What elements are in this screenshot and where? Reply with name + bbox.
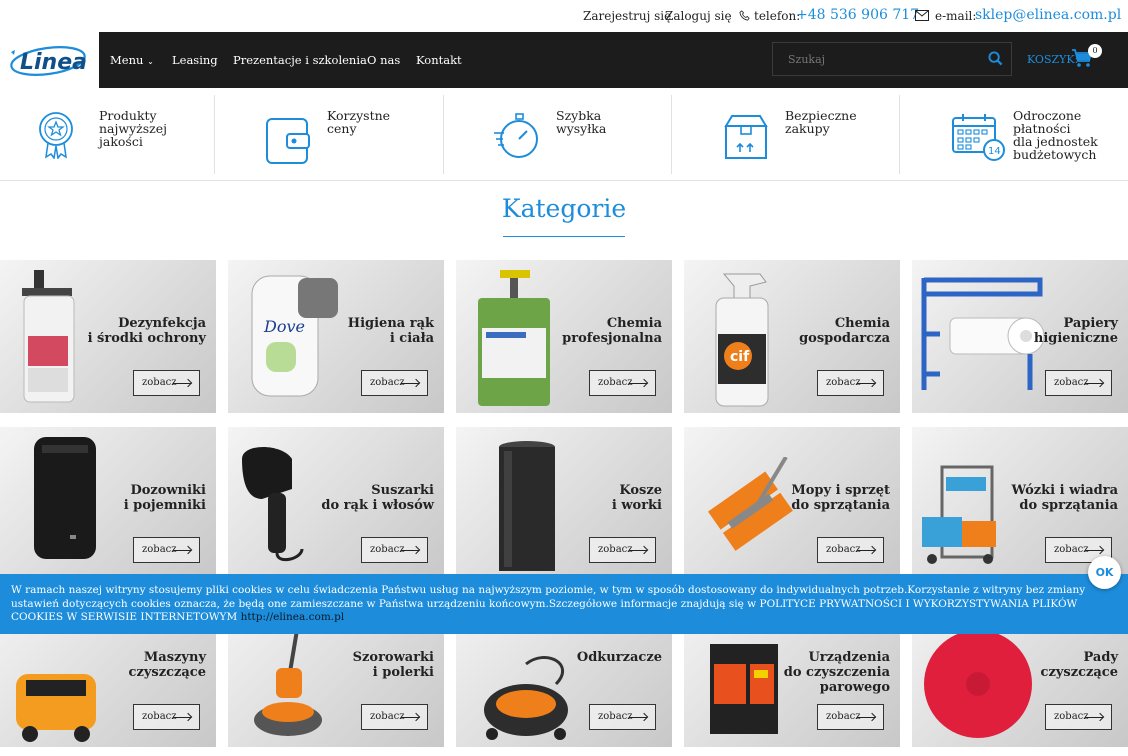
feature-payments-text: Odroczone płatności dla jednostek budżet… [1013, 108, 1098, 162]
category-name: Maszyny czyszczące [128, 650, 206, 680]
category-name: Papiery higieniczne [1033, 316, 1118, 346]
category-tile[interactable]: Papiery higieniczne zobacz [912, 260, 1128, 413]
category-name: Dozowniki i pojemniki [123, 483, 206, 513]
category-name: Szorowarki i polerki [352, 650, 434, 680]
category-tile[interactable]: Dove Higiena rąk i ciała zobacz [228, 260, 444, 413]
cart-count-badge: 0 [1088, 44, 1102, 58]
category-tile[interactable]: Kosze i worki zobacz [456, 427, 672, 580]
see-button[interactable]: zobacz [589, 370, 656, 396]
category-name: Urządzenia do czyszczenia parowego [783, 650, 890, 695]
see-button[interactable]: zobacz [361, 370, 428, 396]
svg-text:cif: cif [730, 349, 750, 365]
see-button[interactable]: zobacz [133, 704, 200, 730]
see-button[interactable]: zobacz [1045, 704, 1112, 730]
award-badge-icon [34, 109, 78, 163]
phone-label: telefon: [754, 9, 801, 23]
main-navbar: Menu ⌄ Leasing Prezentacje i szkolenia O… [99, 32, 1128, 88]
see-button[interactable]: zobacz [589, 537, 656, 563]
category-tile[interactable]: Suszarki do rąk i włosów zobacz [228, 427, 444, 580]
nav-o-nas[interactable]: O nas [367, 53, 400, 67]
chevron-down-icon: ⌄ [147, 57, 154, 66]
calendar-14-icon: 14 [951, 112, 1007, 166]
category-name: Kosze i worki [611, 483, 662, 513]
features-bar: Produkty najwyższej jakości Korzystne ce… [0, 88, 1128, 181]
category-name: Suszarki do rąk i włosów [321, 483, 434, 513]
logo-text: Linea [20, 50, 87, 75]
see-button[interactable]: zobacz [817, 704, 884, 730]
category-name: Chemia gospodarcza [799, 316, 890, 346]
see-button[interactable]: zobacz [133, 370, 200, 396]
nav-leasing[interactable]: Leasing [172, 53, 218, 67]
feature-safe-text: Bezpieczne zakupy [785, 108, 857, 136]
category-name: Wózki i wiadra do sprzątania [1011, 483, 1118, 513]
nav-menu-label: Menu [110, 53, 144, 67]
category-name: Mopy i sprzęt do sprzątania [791, 483, 890, 513]
linea-logo[interactable]: Linea [8, 40, 92, 80]
search-box [772, 42, 1012, 76]
category-tile[interactable]: Dozowniki i pojemniki zobacz [0, 427, 216, 580]
register-link[interactable]: Zarejestruj się [583, 9, 671, 23]
nav-menu[interactable]: Menu ⌄ [110, 53, 154, 67]
category-tile[interactable]: cif Chemia gospodarcza zobacz [684, 260, 900, 413]
feature-quality-text: Produkty najwyższej jakości [99, 108, 167, 149]
see-button[interactable]: zobacz [361, 537, 428, 563]
see-button[interactable]: zobacz [589, 704, 656, 730]
see-button[interactable]: zobacz [817, 370, 884, 396]
svg-text:Dove: Dove [263, 317, 305, 336]
top-bar: Zarejestruj się Zaloguj się telefon: +48… [0, 0, 1128, 32]
category-name: Pady czyszczące [1040, 650, 1118, 680]
category-tile[interactable]: Chemia profesjonalna zobacz [456, 260, 672, 413]
title-underline [503, 236, 625, 237]
search-input[interactable] [773, 43, 973, 75]
feature-shipping: Szybka wysyłka [443, 95, 671, 174]
phone-link[interactable]: +48 536 906 717 [796, 7, 919, 23]
feature-payments: 14 Odroczone płatności dla jednostek bud… [899, 95, 1128, 174]
feature-quality: Produkty najwyższej jakości [0, 95, 214, 174]
see-button[interactable]: zobacz [361, 704, 428, 730]
mail-icon [915, 10, 929, 24]
wallet-icon [265, 117, 311, 169]
feature-prices: Korzystne ceny [214, 95, 443, 174]
feature-safe: Bezpieczne zakupy [671, 95, 899, 174]
feature-prices-text: Korzystne ceny [327, 108, 391, 136]
nav-prezentacje[interactable]: Prezentacje i szkolenia [233, 53, 367, 67]
cookie-banner: W ramach naszej witryny stosujemy pliki … [0, 574, 1128, 634]
category-name: Dezynfekcja i środki ochrony [87, 316, 206, 346]
stopwatch-icon [492, 111, 542, 165]
category-tile[interactable]: Dezynfekcja i środki ochrony zobacz [0, 260, 216, 413]
category-name: Odkurzacze [576, 650, 662, 665]
email-label: e-mail: [935, 9, 977, 23]
cookie-ok-button[interactable]: OK [1088, 556, 1121, 589]
cookie-policy-link[interactable]: http://elinea.com.pl [241, 611, 345, 623]
feature-shipping-text: Szybka wysyłka [556, 108, 607, 136]
email-link[interactable]: sklep@elinea.com.pl [975, 7, 1121, 23]
phone-icon [739, 10, 750, 24]
cookie-text: W ramach naszej witryny stosujemy pliki … [11, 584, 1086, 623]
category-name: Chemia profesjonalna [562, 316, 662, 346]
section-title: Kategorie [501, 194, 627, 223]
package-box-icon [722, 112, 770, 164]
nav-kontakt[interactable]: Kontakt [416, 53, 462, 67]
see-button[interactable]: zobacz [817, 537, 884, 563]
see-button[interactable]: zobacz [133, 537, 200, 563]
category-name: Higiena rąk i ciała [347, 316, 434, 346]
svg-text:14: 14 [988, 146, 1001, 157]
search-icon[interactable] [988, 51, 1003, 70]
category-tile[interactable]: Mopy i sprzęt do sprzątania zobacz [684, 427, 900, 580]
see-button[interactable]: zobacz [1045, 370, 1112, 396]
login-link[interactable]: Zaloguj się [665, 9, 732, 23]
